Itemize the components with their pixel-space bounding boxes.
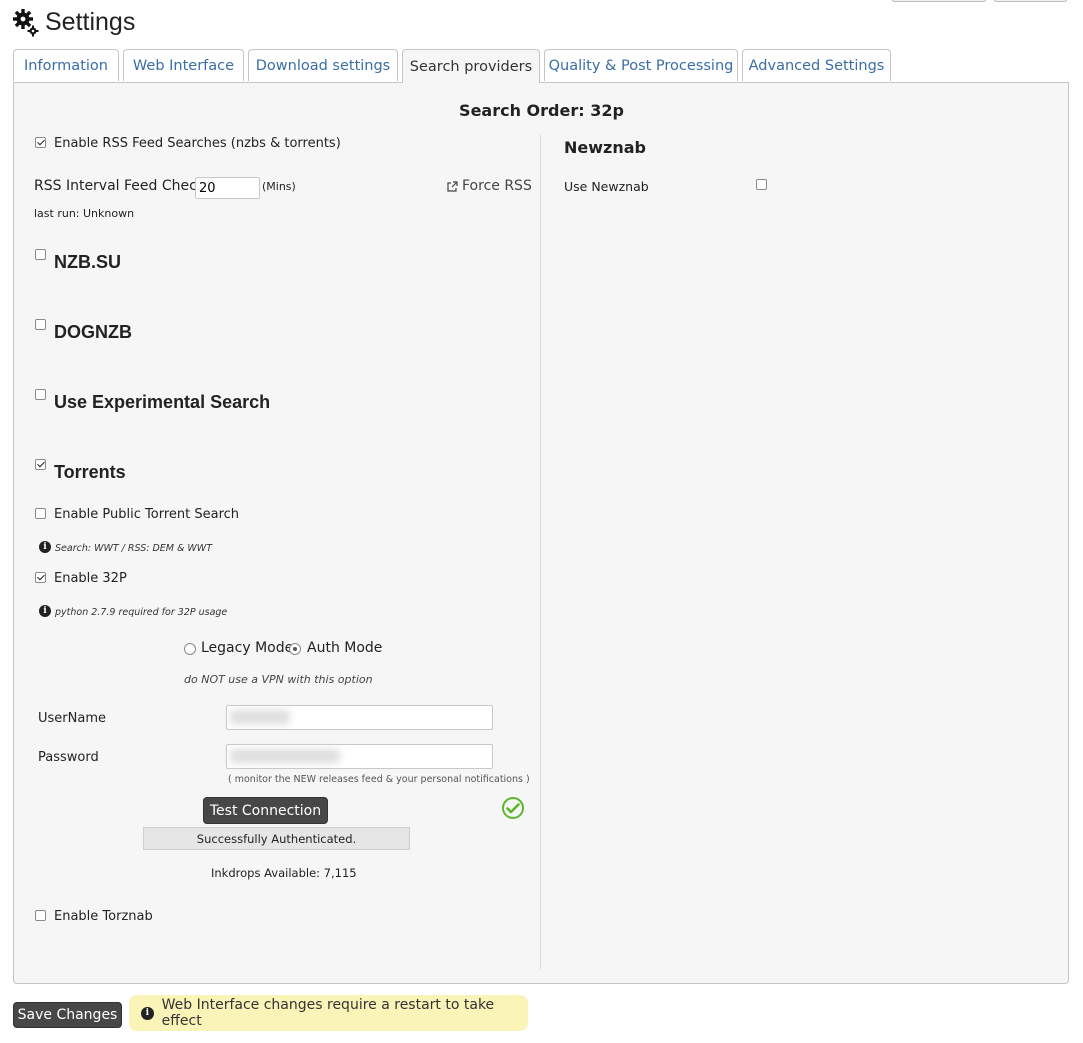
experimental-search-checkbox[interactable] bbox=[35, 389, 46, 400]
tab-quality-post-processing[interactable]: Quality & Post Processing bbox=[544, 49, 738, 81]
page-title: Settings bbox=[45, 7, 136, 36]
test-connection-button[interactable]: Test Connection bbox=[203, 797, 328, 824]
external-link-icon bbox=[447, 177, 458, 196]
rss-interval-unit: (Mins) bbox=[262, 180, 296, 193]
public-torrent-checkbox[interactable] bbox=[35, 508, 46, 519]
torrents-checkbox[interactable] bbox=[35, 459, 46, 470]
public-torrent-label: Enable Public Torrent Search bbox=[54, 507, 240, 522]
password-redacted bbox=[230, 749, 340, 763]
restart-notice: i Web Interface changes require a restar… bbox=[129, 995, 528, 1031]
dognzb-checkbox[interactable] bbox=[35, 319, 46, 330]
nzbsu-label: NZB.SU bbox=[54, 252, 121, 272]
tab-web-interface[interactable]: Web Interface bbox=[123, 49, 244, 81]
enable-32p-label: Enable 32P bbox=[54, 571, 127, 586]
auth-mode-radio[interactable] bbox=[289, 643, 301, 655]
vpn-warning: do NOT use a VPN with this option bbox=[184, 673, 373, 686]
tab-advanced-settings[interactable]: Advanced Settings bbox=[742, 49, 891, 81]
tab-information[interactable]: Information bbox=[13, 49, 119, 81]
rss-interval-input[interactable] bbox=[195, 177, 260, 199]
auth-mode-label: Auth Mode bbox=[307, 640, 383, 656]
restart-notice-text: Web Interface changes require a restart … bbox=[161, 997, 495, 1029]
enable-32p-note: python 2.7.9 required for 32P usage bbox=[55, 607, 228, 618]
info-icon: i bbox=[39, 541, 51, 553]
username-label: UserName bbox=[38, 711, 106, 726]
tab-download-settings[interactable]: Download settings bbox=[248, 49, 398, 81]
top-button-2[interactable] bbox=[993, 0, 1068, 2]
info-icon: i bbox=[39, 605, 51, 617]
newznab-heading: Newznab bbox=[564, 138, 646, 157]
torznab-checkbox[interactable] bbox=[35, 910, 46, 921]
info-icon: i bbox=[141, 1006, 154, 1020]
column-divider bbox=[540, 135, 541, 969]
public-torrent-note: Search: WWT / RSS: DEM & WWT bbox=[55, 543, 212, 554]
rss-interval-label: RSS Interval Feed Check bbox=[34, 178, 205, 194]
page-header: Settings bbox=[13, 6, 135, 38]
monitor-note: ( monitor the NEW releases feed & your p… bbox=[228, 774, 530, 785]
use-newznab-label: Use Newznab bbox=[564, 179, 649, 194]
nzbsu-checkbox[interactable] bbox=[35, 249, 46, 260]
dognzb-label: DOGNZB bbox=[54, 322, 132, 342]
last-run-text: last run: Unknown bbox=[34, 207, 135, 220]
legacy-mode-label: Legacy Mode bbox=[201, 640, 294, 656]
inkdrops-text: Inkdrops Available: 7,115 bbox=[211, 866, 357, 880]
force-rss-link[interactable]: Force RSS bbox=[462, 178, 532, 194]
save-changes-button[interactable]: Save Changes bbox=[13, 1002, 122, 1028]
rss-enable-label: Enable RSS Feed Searches (nzbs & torrent… bbox=[54, 136, 341, 151]
rss-enable-checkbox[interactable] bbox=[35, 137, 46, 148]
torrents-label: Torrents bbox=[54, 462, 126, 482]
top-button-1[interactable] bbox=[891, 0, 987, 2]
use-newznab-checkbox[interactable] bbox=[756, 179, 767, 190]
success-check-icon bbox=[501, 796, 525, 824]
tab-search-providers[interactable]: Search providers bbox=[402, 49, 540, 83]
search-order-heading: Search Order: 32p bbox=[459, 101, 624, 120]
torznab-label: Enable Torznab bbox=[54, 909, 153, 924]
experimental-search-label: Use Experimental Search bbox=[54, 392, 271, 412]
gears-icon bbox=[13, 7, 39, 37]
username-redacted bbox=[230, 710, 290, 724]
legacy-mode-radio[interactable] bbox=[184, 643, 196, 655]
enable-32p-checkbox[interactable] bbox=[35, 572, 46, 583]
password-label: Password bbox=[38, 750, 99, 765]
auth-status-bar: Successfully Authenticated. bbox=[143, 827, 410, 850]
